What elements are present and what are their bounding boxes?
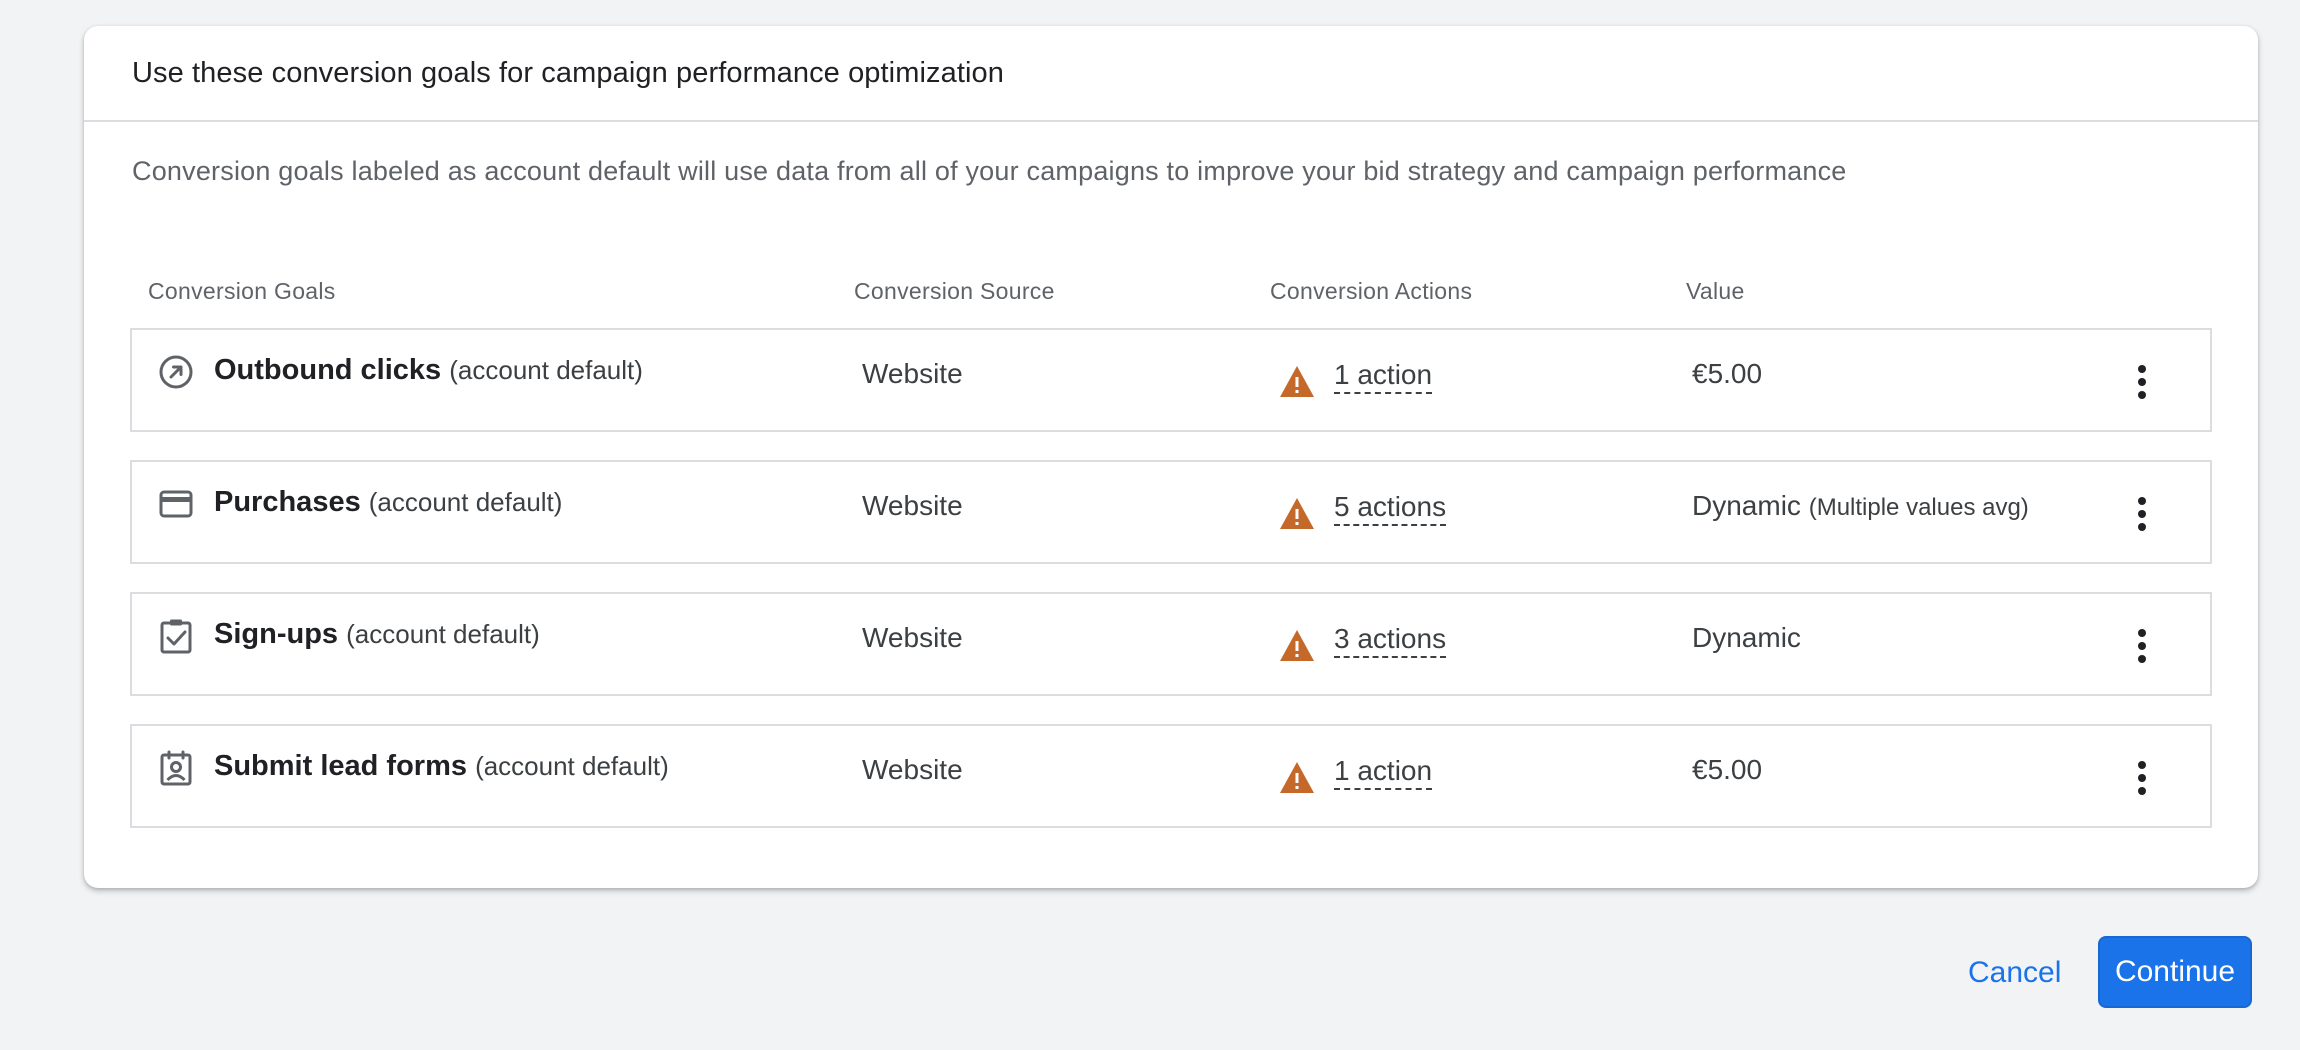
goal-row-purchases: Purchases (account default) Website 5 ac… bbox=[130, 460, 2212, 564]
credit-card-icon bbox=[158, 486, 194, 522]
warning-icon bbox=[1278, 760, 1316, 796]
goal-title: Outbound clicks bbox=[214, 354, 442, 386]
conversion-actions-link[interactable]: 5 actions bbox=[1334, 490, 1447, 526]
more-vert-icon bbox=[2138, 365, 2146, 399]
value-amount: Dynamic bbox=[1692, 622, 1801, 653]
warning-icon bbox=[1278, 496, 1316, 532]
goal-row-outbound-clicks: Outbound clicks (account default) Websit… bbox=[130, 328, 2212, 432]
conversion-actions-link[interactable]: 1 action bbox=[1334, 754, 1433, 790]
conversion-source: Website bbox=[862, 358, 963, 389]
dialog-title: Use these conversion goals for campaign … bbox=[132, 56, 1005, 89]
conversion-source: Website bbox=[862, 754, 963, 785]
conversion-source: Website bbox=[862, 622, 963, 653]
warning-icon bbox=[1278, 628, 1316, 664]
cancel-button[interactable]: Cancel bbox=[1950, 938, 2079, 1008]
conversion-value: €5.00 bbox=[1692, 754, 1762, 786]
goal-name: Sign-ups (account default) bbox=[214, 618, 540, 651]
continue-button[interactable]: Continue bbox=[2098, 936, 2252, 1008]
conversion-value: €5.00 bbox=[1692, 358, 1762, 390]
value-amount: €5.00 bbox=[1692, 358, 1763, 389]
dialog-header: Use these conversion goals for campaign … bbox=[84, 26, 2258, 122]
value-amount: €5.00 bbox=[1692, 754, 1763, 785]
goal-title: Submit lead forms bbox=[214, 750, 467, 782]
contact-form-icon bbox=[158, 750, 194, 786]
goal-default-label: (account default) bbox=[346, 619, 540, 649]
more-options-button[interactable] bbox=[2114, 750, 2170, 806]
more-options-button[interactable] bbox=[2114, 486, 2170, 542]
dialog-description: Conversion goals labeled as account defa… bbox=[132, 156, 1847, 186]
conversion-value: Dynamic bbox=[1692, 622, 1801, 654]
column-header-goals: Conversion Goals bbox=[148, 278, 336, 304]
outbound-arrow-icon bbox=[158, 354, 194, 390]
value-amount: Dynamic bbox=[1692, 490, 1801, 521]
goal-name: Outbound clicks (account default) bbox=[214, 354, 643, 387]
goal-row-submit-lead-forms: Submit lead forms (account default) Webs… bbox=[130, 724, 2212, 828]
value-note: (Multiple values avg) bbox=[1808, 494, 2029, 521]
more-vert-icon bbox=[2138, 629, 2146, 663]
more-vert-icon bbox=[2138, 497, 2146, 531]
goal-title: Purchases bbox=[214, 486, 361, 518]
more-options-button[interactable] bbox=[2114, 354, 2170, 410]
column-header-source: Conversion Source bbox=[854, 278, 1055, 304]
goal-row-sign-ups: Sign-ups (account default) Website 3 act… bbox=[130, 592, 2212, 696]
more-vert-icon bbox=[2138, 761, 2146, 795]
clipboard-check-icon bbox=[158, 618, 194, 654]
goal-name: Submit lead forms (account default) bbox=[214, 750, 669, 783]
goal-default-label: (account default) bbox=[449, 355, 643, 385]
goal-title: Sign-ups bbox=[214, 618, 339, 650]
more-options-button[interactable] bbox=[2114, 618, 2170, 674]
goal-default-label: (account default) bbox=[368, 487, 563, 517]
conversion-goals-dialog: Use these conversion goals for campaign … bbox=[84, 26, 2258, 888]
column-header-actions: Conversion Actions bbox=[1270, 278, 1473, 304]
conversion-actions-link[interactable]: 1 action bbox=[1334, 358, 1433, 394]
conversion-source: Website bbox=[862, 490, 963, 521]
conversion-value: Dynamic (Multiple values avg) bbox=[1692, 490, 2029, 522]
conversion-actions-link[interactable]: 3 actions bbox=[1334, 622, 1447, 658]
goal-default-label: (account default) bbox=[475, 751, 669, 781]
warning-icon bbox=[1278, 364, 1316, 400]
goal-name: Purchases (account default) bbox=[214, 486, 562, 519]
column-header-value: Value bbox=[1686, 278, 1745, 304]
